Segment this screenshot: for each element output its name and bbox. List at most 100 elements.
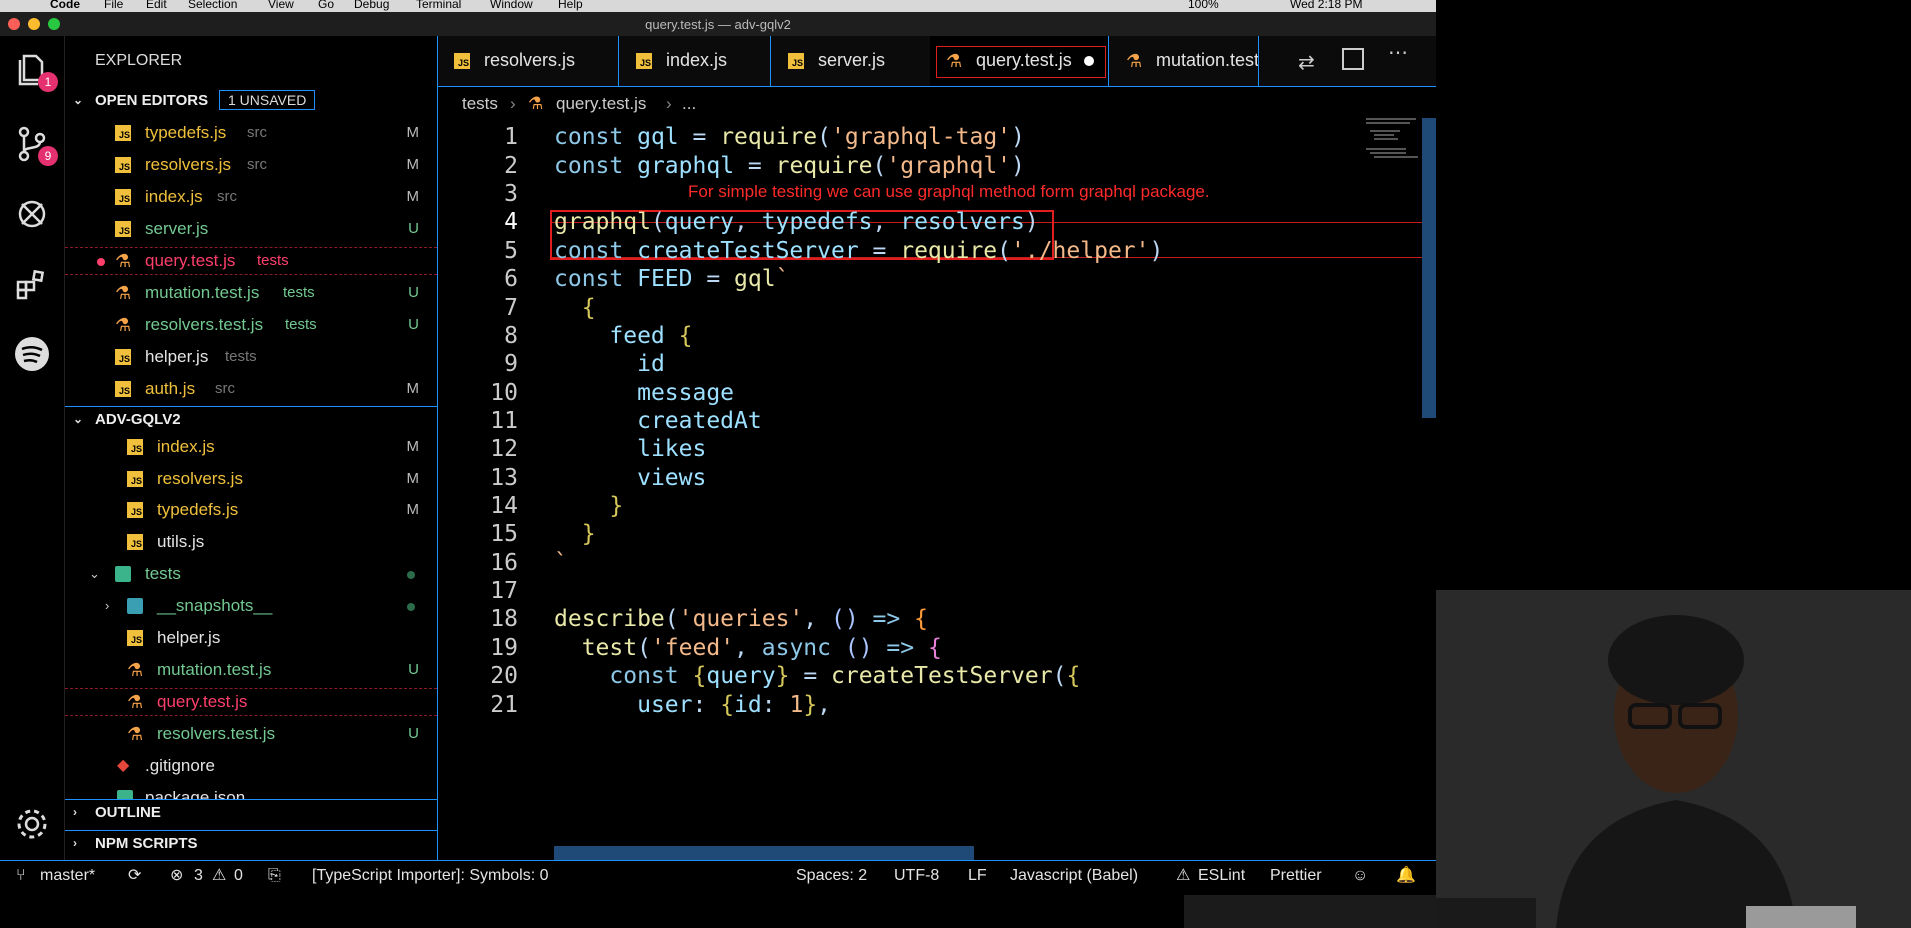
branch-icon: ⑂	[16, 867, 26, 884]
indentation[interactable]: Spaces: 2	[796, 861, 867, 891]
menu-view[interactable]: View	[268, 0, 294, 10]
import-icon[interactable]: ⎘	[268, 861, 281, 891]
file-name: mutation.test.js	[157, 660, 272, 679]
more-actions-icon[interactable]: ⋯	[1388, 40, 1408, 65]
prettier-status[interactable]: Prettier	[1270, 861, 1322, 891]
chevron-right-icon: ›	[666, 94, 672, 113]
menu-file[interactable]: File	[104, 0, 123, 10]
compare-changes-icon[interactable]: ⇄	[1298, 50, 1315, 75]
language-mode[interactable]: Javascript (Babel)	[1010, 861, 1138, 891]
test-flask-icon: ⚗	[127, 692, 144, 712]
unsaved-dot-icon[interactable]	[1084, 56, 1094, 66]
open-editor-item[interactable]: JS auth.js src M	[65, 376, 437, 402]
tree-item[interactable]: JS resolvers.js M	[65, 466, 437, 492]
tab-label: mutation.test.	[1156, 50, 1259, 70]
npm-scripts-header[interactable]: › NPM SCRIPTS	[65, 830, 437, 857]
tree-item[interactable]: JS index.js M	[65, 434, 437, 460]
tab-index[interactable]: JS index.js	[618, 36, 771, 86]
menu-window[interactable]: Window	[490, 0, 533, 10]
line-number: 10	[490, 380, 518, 406]
typescript-importer[interactable]: [TypeScript Importer]: Symbols: 0	[312, 861, 549, 891]
open-editor-item[interactable]: JS helper.js tests	[65, 344, 437, 370]
tree-item[interactable]: package.json	[65, 785, 437, 799]
open-editor-item-active[interactable]: ⚗ query.test.js tests	[65, 247, 437, 275]
extensions-activity-button[interactable]	[12, 264, 52, 304]
menu-selection[interactable]: Selection	[188, 0, 237, 10]
spotify-activity-button[interactable]	[12, 334, 52, 374]
tree-item[interactable]: ⚗ mutation.test.js U	[65, 657, 437, 683]
menu-help[interactable]: Help	[558, 0, 583, 10]
test-flask-icon: ⚗	[1126, 51, 1143, 71]
tree-item[interactable]: ◆ .gitignore	[65, 753, 437, 779]
debug-icon	[18, 200, 46, 228]
menu-terminal[interactable]: Terminal	[416, 0, 461, 10]
line-number: 18	[490, 606, 518, 632]
git-status: M	[406, 438, 420, 455]
error-count[interactable]: 3	[194, 861, 203, 891]
line-number: 16	[490, 550, 518, 576]
js-file-icon: JS	[127, 471, 143, 487]
debug-activity-button[interactable]	[12, 194, 52, 234]
source-control-activity-button[interactable]: 9	[12, 124, 58, 166]
js-file-icon: JS	[636, 53, 652, 69]
outline-header[interactable]: › OUTLINE	[65, 799, 437, 826]
code-editor[interactable]: For simple testing we can use graphql me…	[438, 118, 1436, 860]
git-branch[interactable]: master*	[40, 861, 95, 891]
tree-folder[interactable]: › __snapshots__	[65, 593, 437, 619]
git-status: M	[406, 501, 420, 518]
open-editor-item[interactable]: ⚗ mutation.test.js tests U	[65, 280, 437, 306]
menu-edit[interactable]: Edit	[146, 0, 167, 10]
explorer-activity-button[interactable]: 1	[12, 50, 58, 92]
minimap[interactable]	[1366, 118, 1426, 818]
warning-icon[interactable]: ⚠	[212, 861, 226, 891]
open-editor-item[interactable]: JS index.js src M	[65, 184, 437, 210]
tree-folder[interactable]: ⌄ tests	[65, 561, 437, 587]
menu-debug[interactable]: Debug	[354, 0, 389, 10]
menu-code[interactable]: Code	[50, 0, 80, 10]
line-number: 17	[490, 578, 518, 604]
open-editor-item[interactable]: JS resolvers.js src M	[65, 152, 437, 178]
tree-item[interactable]: JS utils.js	[65, 529, 437, 555]
open-editor-item[interactable]: JS typedefs.js src M	[65, 120, 437, 146]
file-encoding[interactable]: UTF-8	[894, 861, 939, 891]
breadcrumb-more[interactable]: ...	[682, 94, 696, 114]
warning-count[interactable]: 0	[234, 861, 243, 891]
battery-label: 100%	[1188, 0, 1219, 11]
test-flask-icon: ⚗	[115, 283, 132, 303]
tab-resolvers[interactable]: JS resolvers.js	[438, 36, 619, 86]
tree-item[interactable]: JS typedefs.js M	[65, 497, 437, 523]
line-number: 20	[490, 663, 518, 689]
unsaved-dot-icon[interactable]	[97, 258, 105, 266]
tab-query-test[interactable]: ⚗ query.test.js	[930, 36, 1109, 86]
open-editor-item[interactable]: ⚗ resolvers.test.js tests U	[65, 312, 437, 338]
tree-item-active[interactable]: ⚗ query.test.js	[65, 688, 437, 716]
tab-label: server.js	[818, 50, 886, 70]
tab-server[interactable]: JS server.js	[770, 36, 931, 86]
tree-item[interactable]: ⚗ resolvers.test.js U	[65, 721, 437, 747]
sync-icon[interactable]: ⟳	[128, 861, 141, 891]
eslint-status[interactable]: ESLint	[1198, 861, 1245, 891]
code-line: likes	[637, 436, 707, 462]
tab-mutation-test[interactable]: ⚗ mutation.test.	[1108, 36, 1259, 86]
menu-go[interactable]: Go	[318, 0, 334, 10]
bell-icon[interactable]: 🔔	[1396, 861, 1416, 891]
file-dir: tests	[285, 316, 317, 333]
file-name: .gitignore	[145, 756, 215, 775]
horizontal-scrollbar[interactable]	[554, 846, 974, 860]
code-line: graphql(query, typedefs, resolvers)	[554, 209, 1039, 235]
code-line: }	[609, 493, 624, 519]
open-editor-item[interactable]: JS server.js U	[65, 216, 437, 242]
settings-activity-button[interactable]	[12, 804, 52, 844]
breadcrumb-folder[interactable]: tests	[462, 94, 498, 114]
breadcrumb-file[interactable]: query.test.js	[556, 94, 646, 114]
open-editors-header[interactable]: ⌄ OPEN EDITORS 1 UNSAVED	[65, 88, 437, 114]
end-of-line[interactable]: LF	[968, 861, 987, 891]
vertical-scrollbar[interactable]	[1422, 118, 1436, 418]
smiley-feedback-icon[interactable]: ☺	[1352, 861, 1368, 891]
line-number: 1	[504, 124, 518, 150]
split-editor-icon[interactable]	[1342, 48, 1364, 70]
error-icon[interactable]: ⊗	[170, 861, 183, 891]
tree-item[interactable]: JS helper.js	[65, 625, 437, 651]
project-header[interactable]: ⌄ ADV-GQLV2	[65, 406, 437, 433]
git-status: U	[408, 284, 419, 301]
